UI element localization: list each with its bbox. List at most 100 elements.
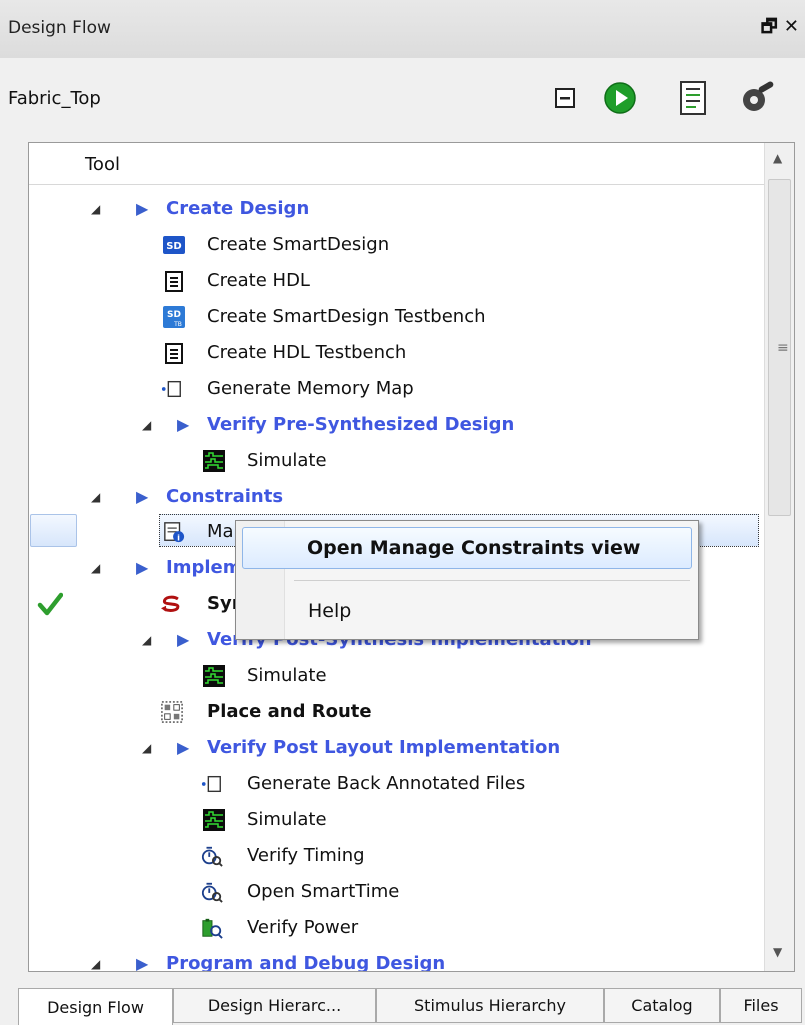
timing-icon (201, 846, 223, 867)
run-button[interactable] (600, 78, 640, 118)
expand-arrow-icon[interactable]: ◢ (142, 633, 151, 647)
clipboard-icon (165, 343, 183, 364)
menu-item-help[interactable]: Help (242, 591, 690, 631)
smartdesign-testbench-icon: SDTB (163, 306, 185, 328)
clipboard-icon (165, 271, 183, 292)
tree-row[interactable]: ◢ ▶ Create Design (29, 191, 764, 227)
report-icon (680, 81, 706, 115)
tree-row-label: Verify Power (247, 917, 359, 938)
tree-row-label: Verify Pre-Synthesized Design (207, 414, 515, 435)
expand-arrow-icon[interactable]: ◢ (91, 490, 100, 504)
tree-row[interactable]: ◢ ▶ Constraints (29, 479, 764, 515)
tree-row-label: Create HDL Testbench (207, 342, 407, 363)
tree-row[interactable]: Simulate (29, 802, 764, 838)
smartdesign-icon: SD (163, 236, 185, 254)
svg-text:TB: TB (173, 321, 182, 328)
place-and-route-icon (161, 701, 183, 723)
tree-row-label: Verify Post Layout Implementation (207, 737, 561, 758)
svg-text:SD: SD (167, 310, 181, 320)
menu-item-label: Open Manage Constraints view (307, 537, 641, 559)
tree-row[interactable]: ◢ ▶ Verify Post Layout Implementation (29, 730, 764, 766)
tab-catalog[interactable]: Catalog (604, 988, 720, 1023)
generate-file-icon (161, 380, 181, 398)
wrench-gear-icon (743, 81, 774, 111)
tab-design-flow[interactable]: Design Flow (18, 988, 173, 1025)
column-header[interactable]: Tool (29, 143, 764, 185)
collapse-icon (555, 88, 575, 108)
group-triangle-icon: ▶ (177, 630, 190, 649)
toolbar-row: Fabric_Top (0, 58, 805, 142)
collapse-all-button[interactable] (545, 78, 585, 118)
synthesize-icon (161, 595, 180, 612)
group-triangle-icon: ▶ (177, 738, 190, 757)
group-triangle-icon: ▶ (136, 954, 149, 972)
scroll-up-icon[interactable]: ▲ (773, 151, 782, 165)
simulate-icon (203, 665, 225, 687)
simulate-icon (203, 809, 225, 831)
tree-row[interactable]: SD TB Create SmartDesign Testbench (29, 299, 764, 335)
expand-arrow-icon[interactable]: ◢ (91, 561, 100, 575)
manage-constraints-icon: i (164, 522, 185, 542)
group-triangle-icon: ▶ (136, 199, 149, 218)
tree-row-label: Simulate (247, 450, 327, 471)
bottom-tabs: Design Flow Design Hierarc... Stimulus H… (0, 988, 805, 1025)
tab-design-hierarchy[interactable]: Design Hierarc... (173, 988, 376, 1023)
report-button[interactable] (673, 78, 713, 118)
tree-row-label: Simulate (247, 665, 327, 686)
expand-arrow-icon[interactable]: ◢ (91, 957, 100, 971)
play-icon (604, 82, 636, 114)
group-triangle-icon: ▶ (136, 558, 149, 577)
tree-row-label: Create Design (166, 198, 310, 219)
options-button[interactable] (738, 78, 778, 118)
tree-row-label: Verify Timing (247, 845, 365, 866)
tree-row-label: Generate Back Annotated Files (247, 773, 526, 794)
tab-files[interactable]: Files (720, 988, 802, 1023)
tree-row[interactable]: Simulate (29, 443, 764, 479)
tree-row[interactable]: Generate Memory Map (29, 371, 764, 407)
tree-row-label: Create HDL (207, 270, 310, 291)
tree-row-label: Create SmartDesign Testbench (207, 306, 486, 327)
svg-text:i: i (177, 532, 180, 542)
panel-title: Design Flow (8, 18, 111, 38)
simulate-icon (203, 450, 225, 472)
generate-file-icon (201, 775, 221, 793)
tree-row[interactable]: Verify Timing (29, 838, 764, 874)
tree-row-label: Open SmartTime (247, 881, 400, 902)
panel-titlebar: Design Flow 🗗 ✕ (0, 0, 805, 59)
tree-row-label: Place and Route (207, 701, 372, 722)
tree-row[interactable]: Simulate (29, 658, 764, 694)
vertical-scrollbar[interactable]: ▲ ≡ ▼ (764, 143, 794, 971)
tree-row[interactable]: Place and Route (29, 694, 764, 730)
tree-row[interactable]: SD Create SmartDesign (29, 227, 764, 263)
scroll-down-icon[interactable]: ▼ (773, 945, 782, 959)
top-design-label: Fabric_Top (8, 88, 101, 109)
tree-row[interactable]: ◢ ▶ Program and Debug Design (29, 946, 764, 972)
power-icon (202, 918, 223, 939)
svg-text:SD: SD (166, 241, 182, 252)
column-header-tool: Tool (85, 154, 120, 175)
expand-arrow-icon[interactable]: ◢ (142, 741, 151, 755)
scroll-grip-icon: ≡ (777, 340, 789, 356)
tree-row[interactable]: Verify Power (29, 910, 764, 946)
tree-row[interactable]: Generate Back Annotated Files (29, 766, 764, 802)
tree-row-label: Constraints (166, 486, 284, 507)
tree-row[interactable]: Open SmartTime (29, 874, 764, 910)
expand-arrow-icon[interactable]: ◢ (91, 202, 100, 216)
tree-row[interactable]: Create HDL Testbench (29, 335, 764, 371)
tree-row[interactable]: Create HDL (29, 263, 764, 299)
smarttime-icon (201, 882, 223, 903)
tree-row-label: Create SmartDesign (207, 234, 390, 255)
tab-stimulus-hierarchy[interactable]: Stimulus Hierarchy (376, 988, 604, 1023)
menu-item-open-manage-constraints[interactable]: Open Manage Constraints view (242, 527, 692, 569)
tree-row[interactable]: ◢ ▶ Verify Pre-Synthesized Design (29, 407, 764, 443)
scrollbar-thumb[interactable]: ≡ (768, 179, 791, 516)
group-triangle-icon: ▶ (136, 487, 149, 506)
expand-arrow-icon[interactable]: ◢ (142, 418, 151, 432)
checkmark-icon (37, 592, 63, 616)
tree-row-label: Program and Debug Design (166, 953, 446, 972)
tree-row-label: Generate Memory Map (207, 378, 414, 399)
window-controls[interactable]: 🗗 ✕ (761, 14, 799, 44)
menu-item-label: Help (308, 600, 352, 622)
menu-separator (294, 580, 690, 581)
tree-row-label: Simulate (247, 809, 327, 830)
